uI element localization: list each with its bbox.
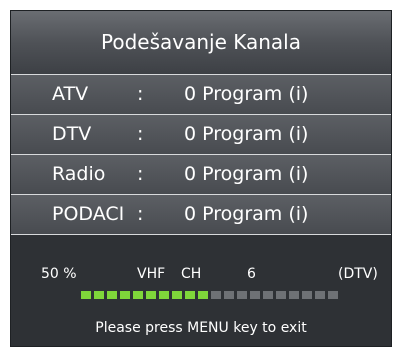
row-colon: : (137, 203, 144, 225)
row-colon: : (137, 123, 144, 145)
progress-segment-empty (263, 291, 273, 299)
ch-label: CH (181, 266, 202, 282)
progress-segment-filled (81, 291, 91, 299)
divider (11, 234, 391, 235)
atv-count: 0 Program (i) (184, 83, 309, 105)
radio-row: Radio : 0 Program (i) (11, 155, 391, 194)
progress-segment-empty (276, 291, 286, 299)
progress-segment-filled (146, 291, 156, 299)
row-colon: : (137, 83, 144, 105)
atv-label: ATV (52, 83, 89, 105)
data-row: PODACI : 0 Program (i) (11, 195, 391, 234)
progress-segment-empty (289, 291, 299, 299)
progress-segment-filled (198, 291, 208, 299)
row-colon: : (137, 163, 144, 185)
data-count: 0 Program (i) (184, 203, 309, 225)
progress-segment-filled (120, 291, 130, 299)
scan-mode: (DTV) (338, 266, 378, 282)
exit-hint: Please press MENU key to exit (95, 320, 307, 336)
channel-number: 6 (247, 266, 256, 282)
progress-segment-filled (185, 291, 195, 299)
radio-count: 0 Program (i) (184, 163, 309, 185)
dialog-title: Podešavanje Kanala (11, 11, 391, 74)
data-label: PODACI (52, 203, 125, 225)
dtv-count: 0 Program (i) (184, 123, 309, 145)
progress-segment-filled (159, 291, 169, 299)
progress-segment-filled (94, 291, 104, 299)
radio-label: Radio (52, 163, 106, 185)
channel-scan-dialog: Podešavanje Kanala ATV : 0 Program (i) D… (10, 10, 392, 347)
scan-status: 50 % VHF CH 6 (DTV) (11, 264, 391, 284)
atv-row: ATV : 0 Program (i) (11, 75, 391, 114)
progress-segment-empty (315, 291, 325, 299)
progress-segment-empty (224, 291, 234, 299)
progress-segment-empty (237, 291, 247, 299)
scan-progress-bar (81, 291, 341, 301)
dtv-label: DTV (52, 123, 92, 145)
progress-segment-filled (133, 291, 143, 299)
dtv-row: DTV : 0 Program (i) (11, 115, 391, 154)
progress-segment-empty (250, 291, 260, 299)
progress-segment-empty (302, 291, 312, 299)
progress-segment-filled (172, 291, 182, 299)
scan-percent: 50 % (41, 266, 77, 282)
progress-segment-empty (211, 291, 221, 299)
progress-segment-empty (328, 291, 338, 299)
band-label: VHF (137, 266, 166, 282)
progress-segment-filled (107, 291, 117, 299)
